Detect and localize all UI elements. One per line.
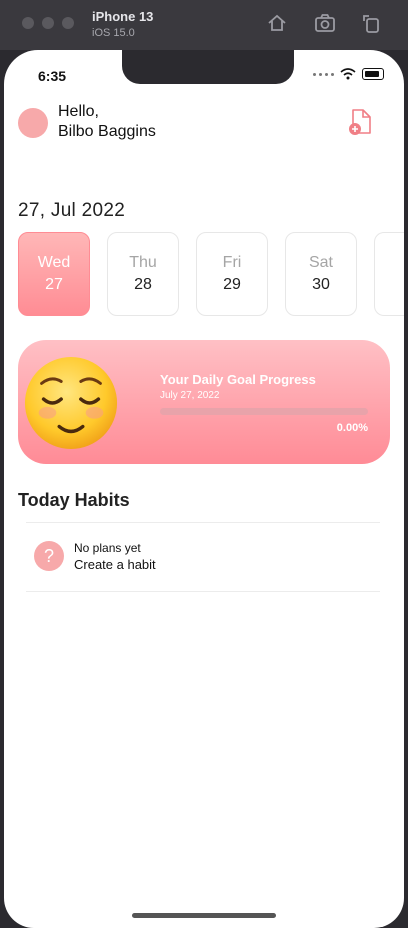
- user-name: Bilbo Baggins: [58, 123, 156, 140]
- day-number: 27: [45, 276, 63, 293]
- goal-date: July 27, 2022: [160, 390, 220, 401]
- relieved-face-emoji-icon: [24, 356, 118, 450]
- day-name: Fri: [222, 254, 242, 271]
- simulator-device-name: iPhone 13: [92, 9, 154, 24]
- day-number: 30: [312, 276, 330, 293]
- empty-habits-text: No plans yet: [74, 541, 141, 555]
- screenshot-icon[interactable]: [314, 12, 336, 34]
- avatar[interactable]: [18, 108, 48, 138]
- greeting: Hello, Bilbo Baggins: [58, 102, 156, 142]
- day-card-sat[interactable]: Sat 30: [285, 232, 357, 316]
- battery-icon: [362, 68, 384, 80]
- create-habit-link[interactable]: Create a habit: [74, 557, 156, 572]
- today-habits-title: Today Habits: [18, 490, 130, 510]
- day-name: Thu: [129, 254, 157, 271]
- status-time: 6:35: [38, 68, 67, 84]
- day-name: Sat: [308, 254, 333, 271]
- greeting-hello: Hello,: [58, 103, 99, 120]
- add-file-icon[interactable]: [348, 108, 372, 136]
- close-window-button[interactable]: [22, 17, 34, 29]
- status-indicators: [313, 68, 384, 80]
- home-indicator[interactable]: [132, 913, 276, 918]
- day-card-wed[interactable]: Wed 27: [18, 232, 90, 316]
- daily-goal-card: Your Daily Goal Progress July 27, 2022 0…: [18, 340, 390, 464]
- goal-progress-bar: [160, 408, 368, 415]
- phone-screen: 6:35 Hello, Bilbo Baggins 27, Jul 2022 W…: [4, 50, 404, 928]
- day-card-thu[interactable]: Thu 28: [107, 232, 179, 316]
- rotate-icon[interactable]: [360, 12, 382, 34]
- wifi-icon: [340, 68, 356, 80]
- home-icon[interactable]: [266, 12, 288, 34]
- day-name: Wed: [37, 254, 71, 271]
- empty-habit-row[interactable]: ? No plans yet Create a habit: [26, 522, 380, 592]
- device-notch: [122, 50, 294, 84]
- selected-date-title: 27, Jul 2022: [18, 200, 126, 221]
- day-selector: Wed 27 Thu 28 Fri 29 Sat 30: [18, 232, 404, 316]
- simulator-toolbar: iPhone 13 iOS 15.0: [0, 0, 408, 50]
- day-number: 28: [134, 276, 152, 293]
- question-icon: ?: [34, 541, 64, 571]
- zoom-window-button[interactable]: [62, 17, 74, 29]
- day-card-fri[interactable]: Fri 29: [196, 232, 268, 316]
- simulator-os-version: iOS 15.0: [92, 27, 135, 39]
- cellular-signal-icon: [313, 72, 334, 76]
- goal-percent: 0.00%: [336, 422, 368, 434]
- goal-title: Your Daily Goal Progress: [160, 372, 316, 387]
- day-number: 29: [223, 276, 241, 293]
- minimize-window-button[interactable]: [42, 17, 54, 29]
- day-card-next-partial[interactable]: [374, 232, 404, 316]
